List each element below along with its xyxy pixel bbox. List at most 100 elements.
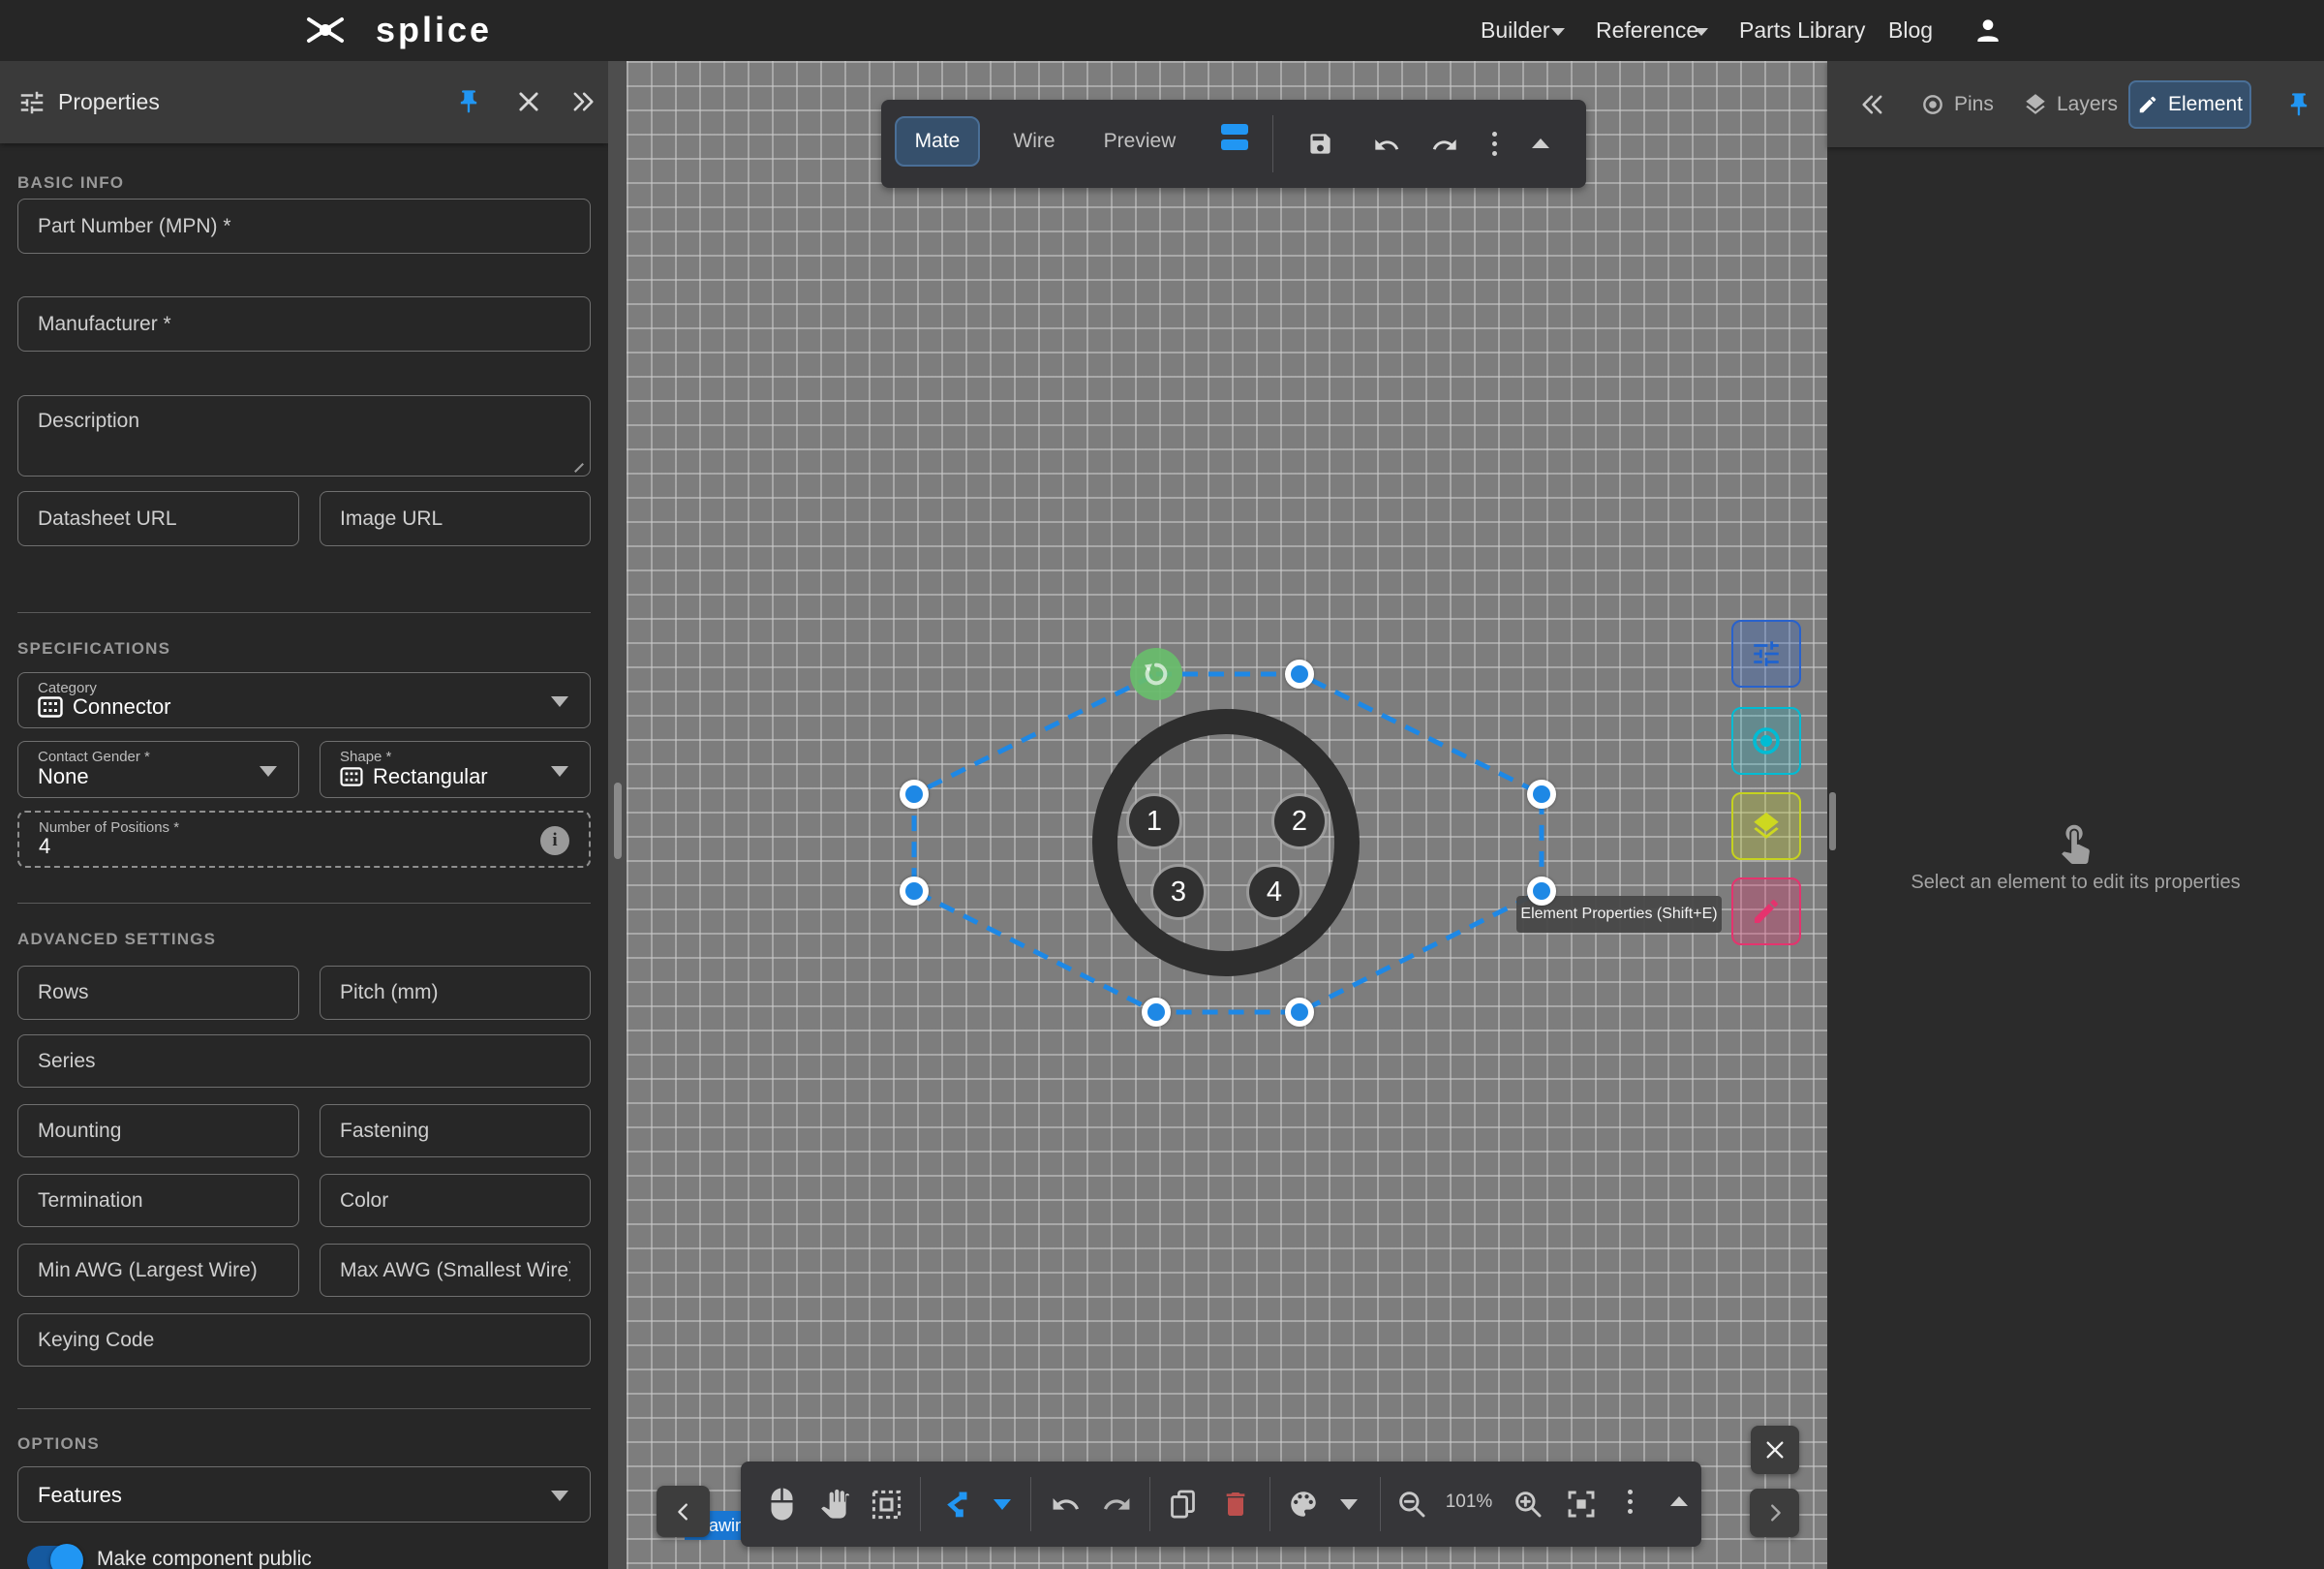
close-panel-icon[interactable] — [515, 88, 542, 115]
collapse-toolbar-icon[interactable] — [1670, 1496, 1688, 1506]
connector-pin-4[interactable]: 4 — [1249, 867, 1300, 917]
features-select[interactable]: Features — [17, 1466, 591, 1523]
color-input[interactable] — [320, 1174, 591, 1227]
mouse-tool-icon[interactable] — [766, 1487, 798, 1522]
datasheet-url-input[interactable] — [17, 491, 299, 546]
series-input[interactable] — [17, 1034, 591, 1088]
copy-icon[interactable] — [1167, 1487, 1199, 1522]
nav-builder[interactable]: Builder — [1481, 0, 1550, 61]
tab-mate[interactable]: Mate — [895, 116, 980, 167]
section-divider — [17, 903, 591, 904]
connector-pin-1[interactable]: 1 — [1129, 796, 1179, 846]
category-select[interactable]: Category Connector — [17, 672, 591, 728]
rotate-handle[interactable] — [1130, 648, 1182, 700]
close-icon — [1766, 1441, 1784, 1459]
selection-handle-bottom-right[interactable] — [1285, 998, 1314, 1027]
side-tune-button[interactable] — [1731, 620, 1801, 688]
side-layers-button[interactable] — [1731, 792, 1801, 860]
keying-code-input[interactable] — [17, 1313, 591, 1367]
info-icon[interactable]: i — [540, 826, 569, 855]
zoom-in-icon[interactable] — [1513, 1489, 1544, 1520]
collapse-toolbar-icon[interactable] — [1532, 138, 1549, 148]
section-basic-info: BASIC INFO — [17, 173, 125, 192]
nav-blog[interactable]: Blog — [1888, 0, 1933, 61]
tab-preview[interactable]: Preview — [1094, 116, 1185, 167]
wire-tool-caret-icon[interactable] — [994, 1499, 1011, 1510]
prev-drawing-button[interactable] — [657, 1486, 710, 1537]
connector-pin-3[interactable]: 3 — [1153, 867, 1204, 917]
undo-icon[interactable] — [1373, 132, 1400, 159]
tab-pins[interactable]: Pins — [1920, 61, 1994, 147]
marquee-select-icon[interactable] — [871, 1489, 902, 1521]
collapse-left-icon[interactable] — [1859, 91, 1886, 118]
side-element-edit-button[interactable] — [1731, 877, 1801, 945]
fastening-input[interactable] — [320, 1104, 591, 1157]
palette-icon[interactable] — [1287, 1488, 1320, 1521]
selection-handle-left-upper[interactable] — [900, 780, 929, 809]
user-account-icon[interactable] — [1972, 15, 2003, 46]
save-icon[interactable] — [1307, 131, 1333, 157]
drawing-canvas[interactable]: 1 2 3 4 Element Properties (Shift+E) Mat… — [627, 61, 1827, 1569]
connector-pin-2[interactable]: 2 — [1274, 796, 1325, 846]
empty-state-message: Select an element to edit its properties — [1911, 872, 2241, 893]
shape-caret-icon — [551, 766, 568, 777]
min-awg-input[interactable] — [17, 1244, 299, 1297]
termination-input[interactable] — [17, 1174, 299, 1227]
close-overlay-button[interactable] — [1751, 1426, 1799, 1474]
palette-caret-icon[interactable] — [1340, 1499, 1358, 1510]
rows-input[interactable] — [17, 966, 299, 1020]
toolbar-divider — [1272, 115, 1273, 172]
selection-handle-top-right[interactable] — [1285, 660, 1314, 689]
undo-icon[interactable] — [1051, 1490, 1081, 1520]
element-panel-header: Pins Layers Element — [1827, 61, 2324, 147]
side-pins-button[interactable] — [1731, 707, 1801, 775]
next-drawing-button[interactable] — [1750, 1489, 1799, 1537]
part-number-input[interactable] — [17, 199, 591, 254]
mounting-input[interactable] — [17, 1104, 299, 1157]
fit-to-screen-icon[interactable] — [1566, 1489, 1597, 1520]
section-advanced-settings: ADVANCED SETTINGS — [17, 930, 217, 948]
pitch-input[interactable] — [320, 966, 591, 1020]
more-options-icon[interactable] — [1628, 1490, 1633, 1514]
pencil-icon — [1755, 899, 1779, 923]
pencil-icon — [2139, 96, 2156, 113]
panel-scrollbar[interactable] — [608, 61, 627, 1569]
delete-icon[interactable] — [1220, 1487, 1251, 1522]
layers-icon — [1754, 812, 1779, 839]
right-scrollbar-thumb[interactable] — [1829, 792, 1836, 850]
pin-panel-icon[interactable] — [2285, 91, 2312, 118]
tab-layers[interactable]: Layers — [2023, 61, 2118, 147]
nav-parts-library[interactable]: Parts Library — [1739, 0, 1865, 61]
features-caret-icon — [551, 1491, 568, 1501]
selection-handle-right-lower[interactable] — [1527, 877, 1556, 906]
panel-scrollbar-thumb[interactable] — [614, 783, 622, 859]
tab-element[interactable]: Element — [2128, 80, 2251, 129]
zoom-out-icon[interactable] — [1396, 1489, 1427, 1520]
canvas-toolbar: 101% — [741, 1461, 1701, 1547]
redo-icon[interactable] — [1431, 132, 1458, 159]
shape-grid-icon — [340, 767, 363, 786]
shape-select[interactable]: Shape * Rectangular — [320, 741, 591, 798]
pin-panel-icon[interactable] — [455, 88, 482, 115]
max-awg-input[interactable] — [320, 1244, 591, 1297]
image-url-input[interactable] — [320, 491, 591, 546]
selection-handle-right-upper[interactable] — [1527, 780, 1556, 809]
more-options-icon[interactable] — [1492, 132, 1497, 156]
redo-icon[interactable] — [1102, 1490, 1132, 1520]
description-textarea[interactable] — [17, 395, 591, 477]
selection-handle-bottom-left[interactable] — [1142, 998, 1171, 1027]
properties-panel-header: Properties — [0, 61, 608, 143]
collapse-panel-icon[interactable] — [569, 88, 596, 115]
tab-wire[interactable]: Wire — [1003, 116, 1065, 167]
splice-app: splice Builder Reference Parts Library B… — [0, 0, 2324, 1569]
zoom-level: 101% — [1445, 1492, 1493, 1512]
panel-layout-icon[interactable] — [1221, 124, 1248, 155]
selection-handle-left-lower[interactable] — [900, 877, 929, 906]
nav-reference[interactable]: Reference — [1596, 0, 1698, 61]
manufacturer-input[interactable] — [17, 296, 591, 352]
number-of-positions-field[interactable]: Number of Positions * 4 i — [17, 811, 591, 868]
pan-hand-icon[interactable] — [819, 1485, 852, 1522]
contact-gender-select[interactable]: Contact Gender * None — [17, 741, 299, 798]
make-public-toggle[interactable] — [27, 1544, 83, 1569]
wire-tool-icon[interactable] — [938, 1488, 971, 1521]
